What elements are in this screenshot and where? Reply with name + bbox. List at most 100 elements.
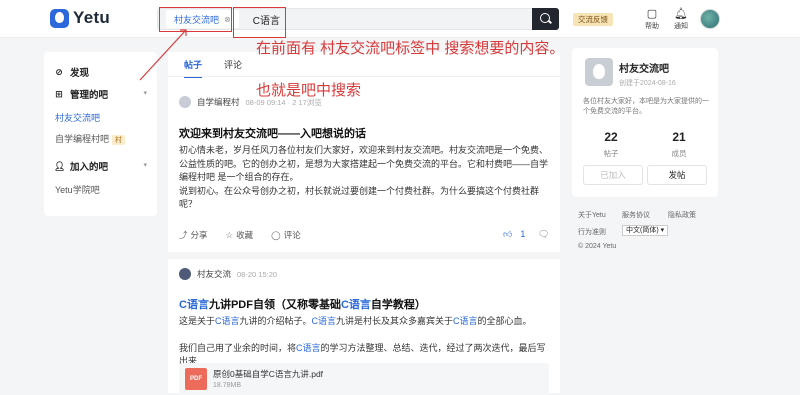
tabs-divider bbox=[168, 76, 560, 77]
post-actions: ⤴ 分享 ☆ 收藏 ◯ 评论 bbox=[179, 229, 301, 241]
nav-joined-label: 加入的吧 bbox=[70, 162, 109, 173]
nav-joined[interactable]: 👤︎ 加入的吧 bbox=[54, 159, 109, 174]
like-button[interactable]: 👍︎ 1 bbox=[503, 229, 525, 240]
posts-label: 帖子 bbox=[603, 149, 619, 158]
annotation-box-tag bbox=[159, 7, 232, 32]
annotation-note-2: 也就是吧中搜索 bbox=[256, 82, 362, 99]
footer-link-terms[interactable]: 服务协议 bbox=[622, 210, 650, 220]
chevron-down-icon[interactable]: ▾ bbox=[143, 89, 147, 97]
village-badge: 村 bbox=[112, 135, 126, 145]
bell-icon: 🔔︎ bbox=[674, 8, 688, 20]
annotation-note-1: 在前面有 村友交流吧标签中 搜索想要的内容。 bbox=[256, 40, 565, 57]
post-text: 九讲是村长及其众多嘉宾关于 bbox=[336, 316, 454, 326]
post-text: 这是关于 bbox=[179, 316, 216, 326]
post-keyword: C语言 bbox=[296, 342, 321, 353]
post-body[interactable]: 这是关于C语言九讲的介绍帖子。C语言九讲是村长及其众多嘉宾关于C语言的全部心血。… bbox=[179, 315, 551, 369]
feed-tabs: 帖子 评论 bbox=[184, 58, 242, 78]
feedback-button[interactable]: 交流反馈 bbox=[573, 13, 613, 26]
title-keyword: C语言 bbox=[179, 299, 209, 311]
title-keyword: C语言 bbox=[340, 299, 371, 311]
sidebar-item-yetu-academy[interactable]: Yetu学院吧 bbox=[55, 183, 100, 196]
post-text: 我们自己用了业余的时间，将 bbox=[179, 342, 297, 353]
logo-text: Yetu bbox=[73, 8, 111, 27]
sidebar-item-self-study[interactable]: 自学编程村吧村 bbox=[55, 132, 126, 145]
tab-posts[interactable]: 帖子 bbox=[184, 58, 203, 78]
post-title[interactable]: 欢迎来到村友交流吧——入吧想说的话 bbox=[179, 125, 366, 141]
attachment-size: 18.78MB bbox=[213, 382, 242, 389]
user-icon: 👤︎ bbox=[54, 160, 66, 171]
footer-link-conduct[interactable]: 行为准则 bbox=[578, 227, 606, 237]
bar-logo-icon bbox=[585, 58, 613, 86]
post-feed: 帖子 评论 自学编程村 08-09 09:14 · 2 17浏览 欢迎来到村友交… bbox=[168, 52, 560, 395]
post-author[interactable]: 村友交流 bbox=[197, 268, 231, 280]
bar-info-card: 村友交流吧 创建于2024-08-16 各位村友大家好，本吧是为大家提供的一个免… bbox=[572, 48, 718, 197]
author-avatar[interactable] bbox=[179, 268, 191, 280]
logo-icon bbox=[50, 8, 69, 28]
post-keyword: C语言 bbox=[311, 316, 337, 326]
nav-discover-label: 发现 bbox=[70, 68, 90, 79]
share-button[interactable]: ⤴ 分享 bbox=[179, 229, 208, 241]
post-meta: 村友交流 08-20 15:20 bbox=[179, 268, 277, 280]
footer-link-privacy[interactable]: 隐私政策 bbox=[668, 210, 696, 220]
nav-managed[interactable]: ⊞ 管理的吧 bbox=[54, 87, 109, 102]
post-author[interactable]: 自学编程村 bbox=[197, 96, 240, 108]
caret-down-icon: ▾ bbox=[660, 227, 665, 234]
reply-icon[interactable]: 🗨︎ bbox=[538, 229, 549, 240]
post-text: 的全部心血。 bbox=[477, 316, 532, 326]
post-time: 08-20 15:20 bbox=[237, 269, 278, 279]
tab-comments[interactable]: 评论 bbox=[224, 58, 242, 78]
new-post-button[interactable]: 发帖 bbox=[647, 165, 707, 185]
author-avatar[interactable] bbox=[179, 96, 191, 108]
post-line: 说到初心。在公众号创办之初，村长就说过要创建一个付费社群。为什么要搞这个付费社群 bbox=[179, 185, 540, 196]
bar-description: 各位村友大家好，本吧是为大家提供的一个免费交流的平台。 bbox=[583, 98, 709, 115]
notification-label: 通知 bbox=[674, 23, 688, 30]
collect-label: 收藏 bbox=[236, 230, 254, 240]
post-line: 初心情未老，岁月任风刀各位村友们大家好，欢迎来到村友交流吧。村友交流吧是一个免费… bbox=[179, 145, 549, 155]
notification-button[interactable]: 🔔︎ 通知 bbox=[670, 8, 692, 31]
members-count: 21 bbox=[672, 130, 686, 144]
share-label: 分享 bbox=[190, 230, 208, 240]
nav-discover[interactable]: ⊘ 发现 bbox=[54, 65, 90, 80]
post-body[interactable]: 初心情未老，岁月任风刀各位村友们大家好，欢迎来到村友交流吧。村友交流吧是一个免费… bbox=[179, 144, 551, 212]
bar-created-date: 创建于2024-08-16 bbox=[619, 80, 676, 87]
comment-button[interactable]: ◯ 评论 bbox=[271, 229, 301, 241]
joined-button[interactable]: 已加入 bbox=[583, 165, 643, 185]
help-label: 帮助 bbox=[645, 23, 659, 30]
sidebar-item-village-exchange[interactable]: 村友交流吧 bbox=[55, 111, 100, 124]
post-line: 公益性质的吧。它的创办之初，是想为大家搭建起一个免费交流的平台。它和村费吧——自… bbox=[179, 158, 549, 169]
annotation-box-query bbox=[233, 7, 286, 38]
chevron-down-icon[interactable]: ▾ bbox=[143, 161, 147, 169]
language-select[interactable]: 中文(简体) ▾ bbox=[622, 225, 669, 236]
pdf-attachment[interactable]: PDF 原创0基础自学C语言九讲.pdf 18.78MB bbox=[179, 363, 549, 395]
left-sidebar: ⊘ 发现 ⊞ 管理的吧 ▾ 村友交流吧 自学编程村吧村 👤︎ 加入的吧 ▾ Ye… bbox=[44, 52, 157, 216]
post-keyword: C语言 bbox=[453, 316, 478, 326]
comment-icon: ◯ bbox=[271, 230, 281, 240]
logo[interactable]: Yetu bbox=[50, 8, 110, 28]
post-title[interactable]: C语言九讲PDF自领（又称零基础C语言自学教程） bbox=[179, 296, 426, 312]
top-header: Yetu 村友交流吧 ⊗ 交流反馈 ▢ 帮助 🔔︎ 通知 bbox=[0, 0, 800, 38]
language-value: 中文(简体) bbox=[626, 227, 659, 234]
members-label: 成员 bbox=[671, 149, 687, 158]
post-keyword: C语言 bbox=[215, 316, 240, 326]
grid-icon: ⊞ bbox=[55, 88, 63, 99]
comment-label: 评论 bbox=[283, 230, 301, 240]
bar-name: 村友交流吧 bbox=[619, 64, 669, 75]
thumbs-up-icon: 👍︎ bbox=[503, 229, 513, 239]
post-divider bbox=[168, 252, 560, 259]
post-line: 这是关于C语言九讲的介绍帖子。C语言九讲是村长及其众多嘉宾关于C语言的全部心血。 bbox=[179, 315, 551, 329]
compass-icon: ⊘ bbox=[55, 66, 63, 77]
like-count: 1 bbox=[520, 229, 526, 239]
pdf-file-icon: PDF bbox=[185, 368, 207, 390]
search-input[interactable] bbox=[252, 13, 503, 25]
collect-button[interactable]: ☆ 收藏 bbox=[226, 229, 254, 241]
help-button[interactable]: ▢ 帮助 bbox=[641, 8, 663, 31]
attachment-name: 原创0基础自学C语言九讲.pdf bbox=[213, 369, 324, 379]
post-line: 呢？ bbox=[179, 199, 198, 209]
search-button[interactable] bbox=[532, 8, 559, 30]
user-avatar[interactable] bbox=[700, 9, 720, 29]
nav-managed-label: 管理的吧 bbox=[70, 90, 109, 101]
copyright: © 2024 Yetu bbox=[578, 243, 617, 250]
footer-link-about[interactable]: 关于Yetu bbox=[578, 210, 606, 220]
help-book-icon: ▢ bbox=[646, 8, 658, 20]
